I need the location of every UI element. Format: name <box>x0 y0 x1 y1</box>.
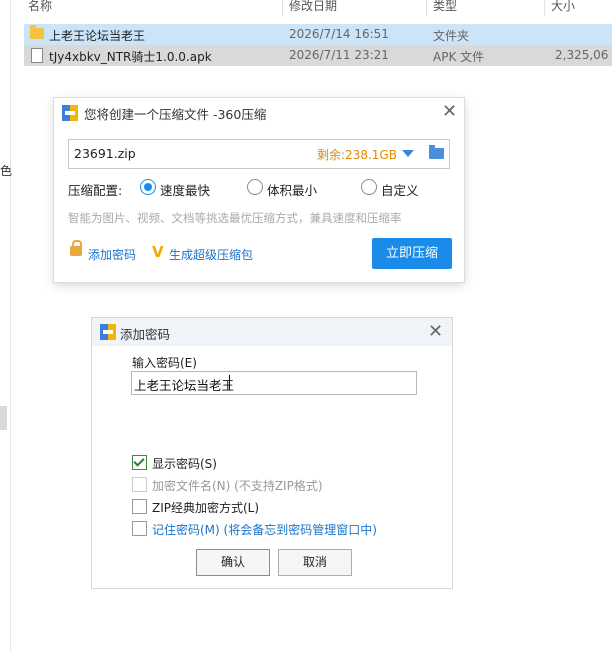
chevron-down-icon[interactable] <box>402 150 414 157</box>
add-password-title: 添加密码 <box>120 327 171 342</box>
show-password-checkbox[interactable] <box>132 455 147 470</box>
add-password-titlebar[interactable]: 添加密码 ✕ <box>92 318 452 346</box>
password-input[interactable]: 上老王论坛当老王 <box>131 371 417 395</box>
column-divider[interactable] <box>426 0 427 16</box>
vip-v-icon: V <box>152 243 164 261</box>
file-type: 文件夹 <box>433 29 470 43</box>
remember-password-label[interactable]: 记住密码(M) (将会备忘到密码管理窗口中) <box>152 521 377 538</box>
column-divider[interactable] <box>544 0 545 16</box>
confirm-button[interactable]: 确认 <box>196 549 270 576</box>
file-type: APK 文件 <box>433 50 485 64</box>
show-password-label[interactable]: 显示密码(S) <box>152 455 217 472</box>
remember-password-checkbox[interactable] <box>132 521 147 536</box>
column-headers: 名称 修改日期 类型 大小 <box>10 0 612 16</box>
encrypt-filename-label: 加密文件名(N) (不支持ZIP格式) <box>152 479 323 493</box>
archive-path-field[interactable]: 23691.zip 剩余:238.1GB <box>68 139 450 169</box>
password-input-label: 输入密码(E) <box>132 356 197 370</box>
file-row-apk[interactable]: tJy4xbkv_NTR骑士1.0.0.apk 2026/7/11 23:21 … <box>24 45 612 66</box>
column-header-size[interactable]: 大小 <box>551 0 575 14</box>
archive-filename[interactable]: 23691.zip <box>74 146 136 161</box>
360zip-app-icon <box>62 105 78 121</box>
file-name: 上老王论坛当老王 <box>49 29 146 43</box>
radio-smallest-label[interactable]: 体积最小 <box>267 180 317 199</box>
column-header-name[interactable]: 名称 <box>28 0 52 14</box>
password-value[interactable]: 上老王论坛当老王 <box>134 375 234 394</box>
encrypt-filename-checkbox <box>132 477 147 492</box>
compress-dialog: 您将创建一个压缩文件 -360压缩 ✕ 23691.zip 剩余:238.1GB… <box>54 98 464 282</box>
free-space-label: 剩余:238.1GB <box>317 148 397 162</box>
nav-pane-scrollbar[interactable] <box>0 406 7 430</box>
radio-custom-label[interactable]: 自定义 <box>381 180 419 199</box>
close-icon[interactable]: ✕ <box>428 323 443 341</box>
file-row-folder[interactable]: 上老王论坛当老王 2026/7/14 16:51 文件夹 <box>24 24 612 45</box>
add-password-link[interactable]: 添加密码 <box>88 246 136 263</box>
radio-custom[interactable] <box>361 179 377 195</box>
zip-classic-encrypt-label[interactable]: ZIP经典加密方式(L) <box>152 499 259 516</box>
close-icon[interactable]: ✕ <box>442 103 457 121</box>
radio-smallest[interactable] <box>247 179 263 195</box>
nav-pane-partial-text: 色 <box>0 164 13 178</box>
file-size: 2,325,06 <box>555 48 609 62</box>
file-name: tJy4xbkv_NTR骑士1.0.0.apk <box>49 50 212 64</box>
compress-dialog-titlebar[interactable]: 您将创建一个压缩文件 -360压缩 ✕ <box>54 98 464 128</box>
add-password-dialog: 添加密码 ✕ 输入密码(E) 上老王论坛当老王 显示密码(S) 加密文件名(N)… <box>91 317 453 589</box>
compress-config-label: 压缩配置: <box>68 183 123 198</box>
zip-classic-encrypt-checkbox[interactable] <box>132 499 147 514</box>
column-header-date[interactable]: 修改日期 <box>289 0 337 14</box>
column-header-type[interactable]: 类型 <box>433 0 457 14</box>
column-divider[interactable] <box>282 0 283 16</box>
radio-fastest-label[interactable]: 速度最快 <box>160 180 210 199</box>
file-date: 2026/7/14 16:51 <box>289 27 389 41</box>
compress-dialog-title: 您将创建一个压缩文件 -360压缩 <box>84 107 267 122</box>
cancel-button[interactable]: 取消 <box>278 549 352 576</box>
radio-fastest[interactable] <box>140 179 156 195</box>
folder-icon <box>30 25 44 39</box>
super-pack-link[interactable]: 生成超级压缩包 <box>169 246 253 263</box>
file-date: 2026/7/11 23:21 <box>289 48 389 62</box>
browse-folder-icon[interactable] <box>429 145 444 159</box>
lock-icon <box>70 240 82 256</box>
smart-compress-hint: 智能为图片、视频、文档等挑选最优压缩方式，兼具速度和压缩率 <box>68 211 402 225</box>
compress-now-button[interactable]: 立即压缩 <box>372 238 452 269</box>
explorer-nav-pane <box>0 0 11 651</box>
text-caret <box>229 375 230 390</box>
360zip-app-icon <box>100 324 116 340</box>
file-icon <box>31 48 43 63</box>
